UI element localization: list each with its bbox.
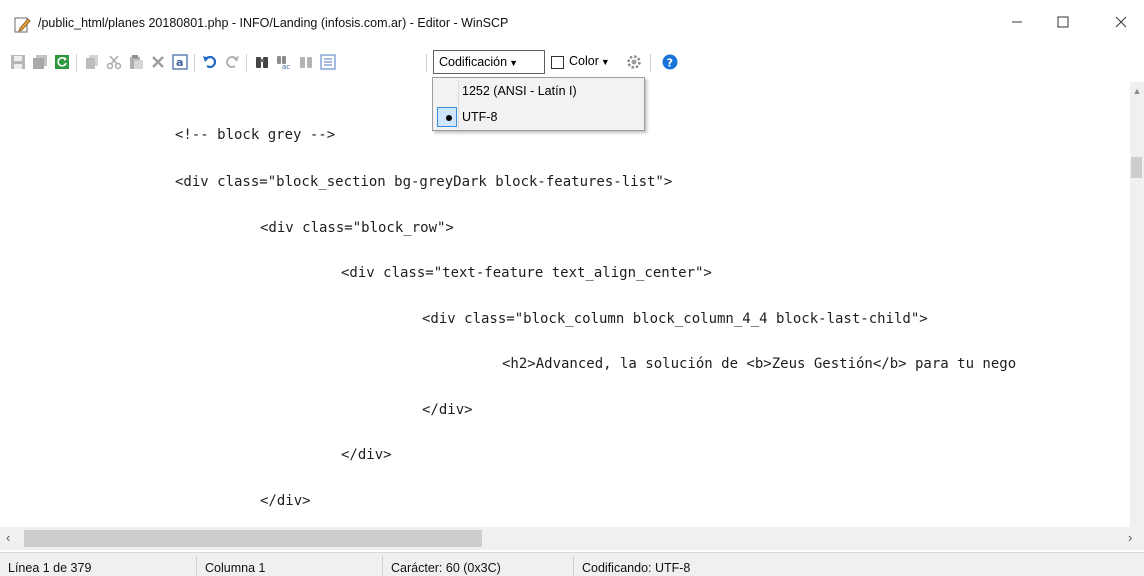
toolbar-separator bbox=[426, 54, 427, 72]
go-to-line-icon[interactable] bbox=[320, 54, 336, 70]
menu-item-label: UTF-8 bbox=[462, 110, 498, 124]
close-icon[interactable] bbox=[1098, 0, 1144, 44]
paste-icon[interactable] bbox=[128, 54, 144, 70]
color-label: Color bbox=[569, 54, 599, 68]
code-line: <div class="block_column block_column_4_… bbox=[422, 311, 928, 327]
window-title: /public_html/planes 20180801.php - INFO/… bbox=[38, 16, 509, 30]
code-editor[interactable]: <!-- block grey --> <div class="block_se… bbox=[8, 82, 1130, 550]
code-line: <h2>Advanced, la solución de <b>Zeus Ges… bbox=[502, 356, 1017, 372]
undo-icon[interactable] bbox=[202, 54, 218, 70]
svg-text:ac: ac bbox=[282, 63, 290, 70]
redo-icon[interactable] bbox=[224, 54, 240, 70]
cut-icon[interactable] bbox=[106, 54, 122, 70]
code-line: <!-- block grey --> bbox=[175, 127, 336, 143]
find-icon[interactable] bbox=[254, 54, 270, 70]
minimize-icon[interactable] bbox=[994, 0, 1040, 44]
replace-icon[interactable]: ac bbox=[276, 54, 292, 70]
copy-icon[interactable] bbox=[84, 54, 100, 70]
status-divider bbox=[573, 556, 574, 576]
title-bar: /public_html/planes 20180801.php - INFO/… bbox=[0, 0, 1144, 46]
find-next-icon[interactable] bbox=[298, 54, 314, 70]
code-line: </div> bbox=[341, 447, 392, 463]
menu-item-utf8[interactable]: UTF-8 bbox=[434, 105, 643, 130]
save-icon[interactable] bbox=[10, 54, 26, 70]
vertical-scrollbar[interactable] bbox=[1130, 82, 1144, 550]
menu-item-label: 1252 (ANSI - Latín I) bbox=[462, 84, 577, 98]
status-line: Línea 1 de 379 bbox=[8, 561, 92, 575]
encoding-menu: 1252 (ANSI - Latín I) UTF-8 bbox=[432, 77, 645, 131]
save-as-icon[interactable] bbox=[32, 54, 48, 70]
gear-icon[interactable] bbox=[626, 54, 642, 70]
scroll-left-icon[interactable]: ‹ bbox=[6, 530, 10, 545]
color-button[interactable]: Color ▼ bbox=[569, 54, 610, 68]
toolbar-separator bbox=[246, 54, 247, 72]
reload-icon[interactable] bbox=[54, 54, 70, 70]
chevron-down-icon: ▼ bbox=[509, 58, 519, 68]
svg-text:?: ? bbox=[667, 57, 673, 70]
scroll-right-icon[interactable]: › bbox=[1128, 530, 1132, 545]
help-icon[interactable]: ? bbox=[662, 54, 678, 70]
status-character: Carácter: 60 (0x3C) bbox=[391, 561, 501, 575]
edit-file-icon bbox=[14, 16, 32, 34]
chevron-down-icon: ▼ bbox=[600, 57, 610, 67]
toolbar-separator bbox=[194, 54, 195, 72]
code-line: <div class="text-feature text_align_cent… bbox=[341, 265, 712, 281]
toolbar-separator bbox=[650, 54, 651, 72]
scroll-up-icon[interactable]: ▲ bbox=[1132, 86, 1142, 96]
status-divider bbox=[196, 556, 197, 576]
code-line: <div class="block_row"> bbox=[260, 220, 454, 236]
vertical-scroll-thumb[interactable] bbox=[1131, 157, 1142, 178]
status-bar bbox=[0, 552, 1144, 576]
status-encoding: Codificando: UTF-8 bbox=[582, 561, 691, 575]
svg-text:a: a bbox=[176, 56, 183, 69]
status-column: Columna 1 bbox=[205, 561, 266, 575]
code-line: </div> bbox=[422, 402, 473, 418]
delete-icon[interactable] bbox=[150, 54, 166, 70]
code-line: </div> bbox=[260, 493, 311, 509]
maximize-icon[interactable] bbox=[1040, 0, 1086, 44]
select-all-icon[interactable]: a bbox=[172, 54, 188, 70]
encoding-label: Codificación bbox=[439, 55, 508, 69]
code-line: <div class="block_section bg-greyDark bl… bbox=[175, 174, 673, 190]
toolbar-separator bbox=[76, 54, 77, 72]
encoding-button[interactable]: Codificación ▼ bbox=[433, 50, 545, 74]
status-divider bbox=[382, 556, 383, 576]
menu-item-1252[interactable]: 1252 (ANSI - Latín I) bbox=[434, 79, 643, 104]
color-checkbox[interactable] bbox=[551, 56, 564, 69]
radio-bullet-icon bbox=[446, 115, 452, 121]
horizontal-scroll-thumb[interactable] bbox=[24, 530, 482, 547]
